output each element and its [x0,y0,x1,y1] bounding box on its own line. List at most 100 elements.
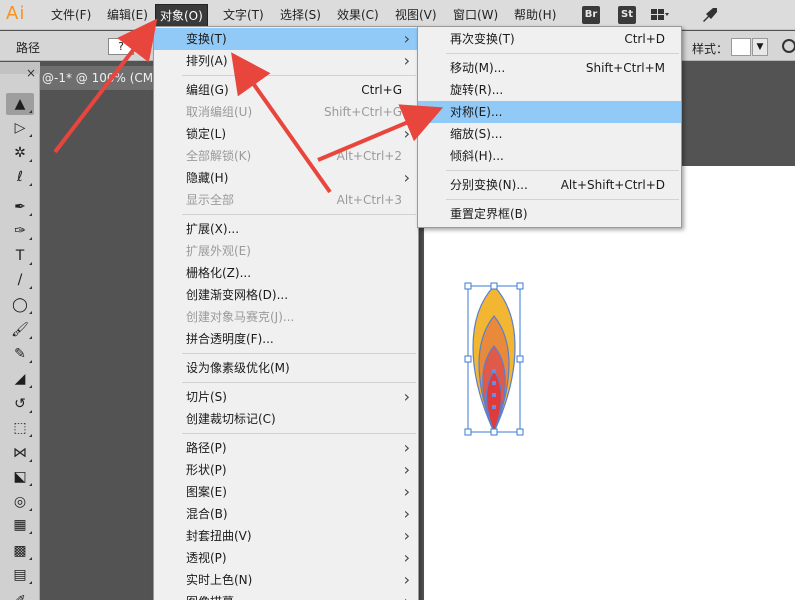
menu-item-label: 设为像素级优化(M) [186,361,290,375]
chevron-down-icon[interactable]: ▼ [752,38,768,56]
object_menu-item-17[interactable]: 设为像素级优化(M) [154,357,418,379]
pen-tool-icon: ✒ [14,199,26,215]
menubar-item-7[interactable]: 窗口(W) [449,5,502,25]
object_menu-item-1[interactable]: 排列(A) › [154,50,418,72]
fill-swatch[interactable]: ? [108,38,134,55]
object_menu-item-25[interactable]: 混合(B) › [154,503,418,525]
eyedropper-tool-icon: ✐ [14,593,26,600]
transform_menu-item-2[interactable]: 移动(M)... Shift+Ctrl+M [418,57,681,79]
menu-item-label: 创建渐变网格(D)... [186,288,289,302]
rotate-tool[interactable]: ↺ [6,393,34,415]
paintbrush-tool[interactable]: 🖌 [6,319,34,341]
shape-builder-tool[interactable]: ◎ [6,491,34,513]
tool-group-corner-icon [29,410,32,413]
menu-item-label: 倾斜(H)... [450,149,504,163]
menubar-item-3[interactable]: 文字(T) [219,5,268,25]
transform-submenu: 再次变换(T) Ctrl+D 移动(M)... Shift+Ctrl+M 旋转(R)..… [417,26,682,228]
object_menu-item-24[interactable]: 图案(E) › [154,481,418,503]
object_menu-item-0[interactable]: 变换(T) › [154,28,418,50]
tool-group-corner-icon [29,483,32,486]
chevron-right-icon: › [404,591,410,600]
object_menu-item-15[interactable]: 拼合透明度(F)... [154,328,418,350]
perspective-grid-tool-icon: ▦ [13,517,27,533]
object_menu-item-7[interactable]: 隐藏(H) › [154,167,418,189]
menu-separator [182,353,416,354]
menubar-item-5[interactable]: 效果(C) [333,5,383,25]
transform_menu-item-10[interactable]: 重置定界框(B) [418,203,681,225]
selection-tool[interactable]: ▲ [6,93,34,115]
menu-item-label: 重置定界框(B) [450,207,528,221]
chevron-down-icon[interactable]: ▼ [136,39,150,54]
pen-tool[interactable]: ✒ [6,196,34,218]
close-icon[interactable]: × [26,66,36,80]
transform_menu-item-3[interactable]: 旋转(R)... [418,79,681,101]
menu-item-label: 扩展(X)... [186,222,240,236]
curvature-tool[interactable]: ✑ [6,220,34,242]
lasso-tool[interactable]: ℓ [6,166,34,188]
scale-tool[interactable]: ⬚ [6,417,34,439]
magic-wand-tool[interactable]: ✲ [6,142,34,164]
object_menu-item-13[interactable]: 创建渐变网格(D)... [154,284,418,306]
chevron-right-icon: › [403,460,410,479]
object_menu-item-20[interactable]: 创建裁切标记(C) [154,408,418,430]
menubar-item-8[interactable]: 帮助(H) [510,5,560,25]
menubar-item-1[interactable]: 编辑(E) [103,5,152,25]
transform_menu-item-8[interactable]: 分别变换(N)... Alt+Shift+Ctrl+D [418,174,681,196]
object_menu-item-3[interactable]: 编组(G) Ctrl+G [154,79,418,101]
lasso-tool-icon: ℓ [17,169,23,185]
chevron-right-icon: › [403,570,410,589]
object_menu-item-27[interactable]: 透视(P) › [154,547,418,569]
eyedropper-tool[interactable]: ✐ [6,590,34,600]
eraser-tool-icon: ◢ [14,371,26,387]
bridge-button[interactable]: Br [582,6,600,24]
menubar-item-4[interactable]: 选择(S) [276,5,325,25]
ellipse-tool[interactable]: ◯ [6,294,34,316]
width-tool[interactable]: ⋈ [6,442,34,464]
perspective-grid-tool[interactable]: ▦ [6,514,34,536]
free-transform-tool[interactable]: ⬕ [6,466,34,488]
menu-separator [182,433,416,434]
object_menu-item-26[interactable]: 封套扭曲(V) › [154,525,418,547]
tool-group-corner-icon [29,360,32,363]
menu-item-label: 显示全部 [186,193,235,207]
object_menu-item-19[interactable]: 切片(S) › [154,386,418,408]
rocket-icon[interactable] [700,6,720,24]
object_menu-item-10[interactable]: 扩展(X)... [154,218,418,240]
gradient-tool-icon: ▤ [13,567,27,583]
menu-item-label: 取消编组(U) [186,105,253,119]
transform_menu-item-6[interactable]: 倾斜(H)... [418,145,681,167]
menu-item-label: 缩放(S)... [450,127,503,141]
menubar-item-6[interactable]: 视图(V) [391,5,441,25]
direct-selection-tool[interactable]: ▷ [6,117,34,139]
eraser-tool[interactable]: ◢ [6,368,34,390]
chevron-right-icon: › [403,548,410,567]
transform_menu-item-0[interactable]: 再次变换(T) Ctrl+D [418,28,681,50]
object_menu-item-23[interactable]: 形状(P) › [154,459,418,481]
menubar-item-0[interactable]: 文件(F) [47,5,95,25]
menu-item-label: 图像描摹 [186,591,234,600]
blob-brush-tool[interactable]: ✎ [6,343,34,365]
object_menu-item-5[interactable]: 锁定(L) › [154,123,418,145]
type-tool[interactable]: T [6,245,34,267]
workspace-layout-icon[interactable] [650,6,670,24]
scale-tool-icon: ⬚ [13,420,27,436]
object_menu-item-22[interactable]: 路径(P) › [154,437,418,459]
line-tool[interactable]: / [6,269,34,291]
object_menu-item-12[interactable]: 栅格化(Z)... [154,262,418,284]
transform_menu-item-5[interactable]: 缩放(S)... [418,123,681,145]
object_menu-item-28[interactable]: 实时上色(N) › [154,569,418,591]
shape-builder-tool-icon: ◎ [13,494,27,510]
graphic-style-swatch[interactable] [731,38,751,56]
recolor-icon[interactable] [782,39,795,53]
stock-button[interactable]: St [618,6,636,24]
menu-item-label: 拼合透明度(F)... [186,332,274,346]
mesh-tool[interactable]: ▩ [6,540,34,562]
style-label: 样式： [692,42,729,56]
artboard[interactable] [424,166,795,600]
flame-artwork[interactable] [424,166,795,600]
object_menu-item-29[interactable]: 图像描摹 › [154,591,418,600]
selection-tool-icon: ▲ [14,96,26,112]
gradient-tool[interactable]: ▤ [6,564,34,586]
menu-separator [182,382,416,383]
transform_menu-item-4[interactable]: 对称(E)... [418,101,681,123]
